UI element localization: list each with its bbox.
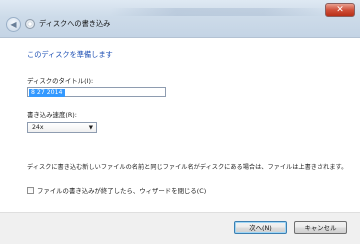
- window-title: ディスクへの書き込み: [39, 19, 111, 28]
- disc-title-value: 8 27 2014: [29, 89, 65, 97]
- close-button[interactable]: ✕: [325, 3, 355, 17]
- disc-title-input[interactable]: 8 27 2014: [27, 87, 166, 97]
- blurred-background-text: [110, 8, 330, 16]
- title-bar: ✕ ◀ ディスクへの書き込み: [0, 0, 360, 38]
- close-wizard-label[interactable]: ファイルの書き込みが終了したら、ウィザードを閉じる(C): [37, 186, 206, 195]
- overwrite-notice: ディスクに書き込む新しいファイルの名前と同じファイル名がディスクにある場合は、フ…: [27, 164, 348, 171]
- back-arrow-icon: ◀: [10, 20, 17, 29]
- next-button[interactable]: 次へ(N): [234, 221, 287, 234]
- burn-to-disc-dialog: ✕ ◀ ディスクへの書き込み このディスクを準備します ディスクのタイトル(I)…: [0, 0, 360, 244]
- cancel-button[interactable]: キャンセル: [294, 221, 347, 234]
- close-wizard-checkbox[interactable]: [27, 187, 34, 194]
- chevron-down-icon: ▼: [88, 125, 93, 131]
- close-wizard-option[interactable]: ファイルの書き込みが終了したら、ウィザードを閉じる(C): [27, 186, 206, 195]
- page-heading: このディスクを準備します: [27, 50, 113, 59]
- close-icon: ✕: [336, 4, 344, 15]
- disc-title-label: ディスクのタイトル(I):: [27, 77, 94, 85]
- disc-icon: [25, 19, 35, 29]
- write-speed-dropdown[interactable]: 24x ▼: [27, 122, 97, 133]
- write-speed-label: 書き込み速度(R):: [27, 111, 77, 119]
- back-button[interactable]: ◀: [6, 17, 21, 32]
- write-speed-value: 24x: [32, 124, 44, 131]
